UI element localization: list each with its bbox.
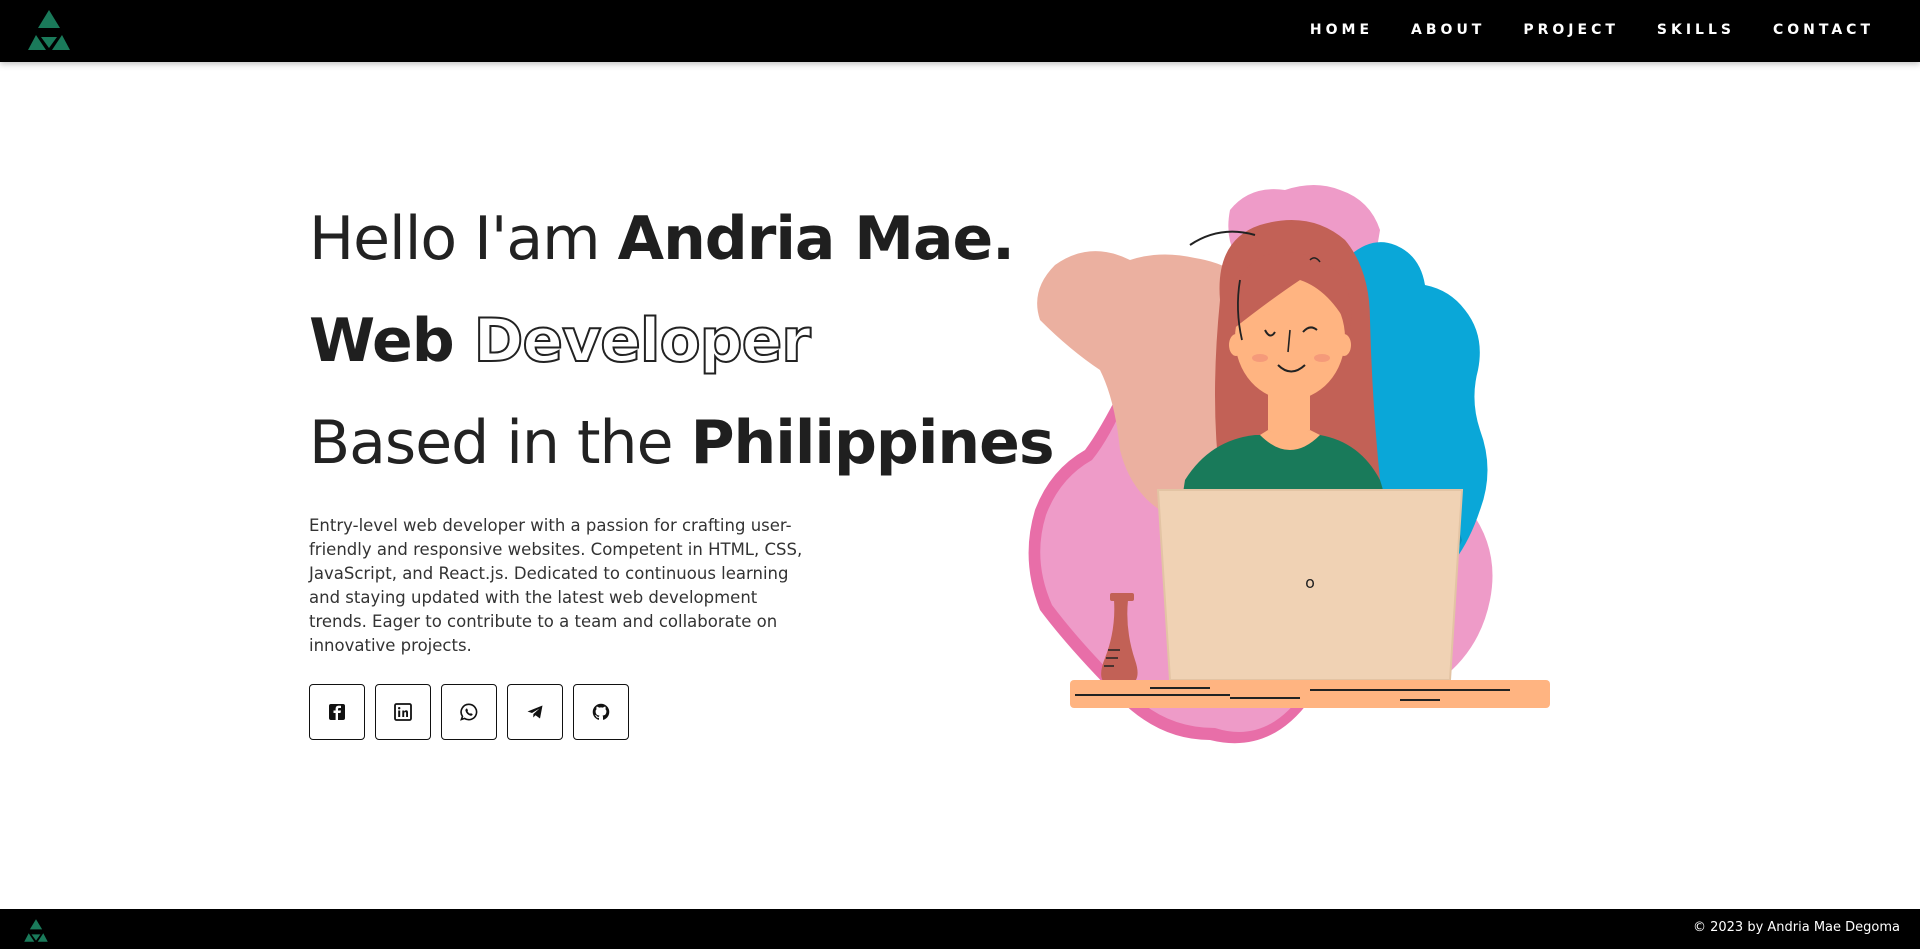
- whatsapp-button[interactable]: [441, 684, 497, 740]
- facebook-button[interactable]: [309, 684, 365, 740]
- greeting-text: Hello I'am: [309, 204, 618, 274]
- facebook-icon: [329, 704, 345, 720]
- copyright-text: © 2023 by Andria Mae Degoma: [1692, 920, 1900, 935]
- developer-illustration: o: [1028, 185, 1550, 744]
- logo-icon[interactable]: [24, 8, 74, 52]
- github-icon: [592, 703, 610, 720]
- role-developer-text: Developer: [473, 305, 812, 377]
- laptop-logo-text: o: [1305, 573, 1315, 592]
- name-text: Andria Mae.: [617, 204, 1015, 274]
- nav-project-link[interactable]: PROJECT: [1523, 22, 1619, 38]
- location-country-text: Philippines: [690, 408, 1055, 478]
- telegram-button[interactable]: [507, 684, 563, 740]
- whatsapp-icon: [460, 703, 478, 721]
- footer-logo-icon[interactable]: [22, 918, 50, 943]
- location-prefix-text: Based in the: [309, 408, 691, 478]
- github-button[interactable]: [573, 684, 629, 740]
- intro-description: Entry-level web developer with a passion…: [309, 516, 803, 655]
- top-navbar: HOME ABOUT PROJECT SKILLS CONTACT: [0, 0, 1920, 62]
- linkedin-button[interactable]: [375, 684, 431, 740]
- nav-home-link[interactable]: HOME: [1310, 22, 1373, 38]
- linkedin-icon: [394, 703, 412, 721]
- nav-contact-link[interactable]: CONTACT: [1773, 22, 1874, 38]
- main-nav: HOME ABOUT PROJECT SKILLS CONTACT: [1272, 0, 1874, 60]
- headline-location: Based in the Philippines: [309, 408, 1055, 478]
- role-web-text: Web: [309, 306, 474, 376]
- social-links: [309, 684, 639, 740]
- headline-role: Web Developer: [309, 305, 812, 377]
- nav-skills-link[interactable]: SKILLS: [1657, 22, 1735, 38]
- headline-greeting: Hello I'am Andria Mae.: [309, 204, 1015, 274]
- footer: © 2023 by Andria Mae Degoma: [0, 909, 1920, 949]
- nav-about-link[interactable]: ABOUT: [1411, 22, 1485, 38]
- telegram-icon: [527, 705, 543, 719]
